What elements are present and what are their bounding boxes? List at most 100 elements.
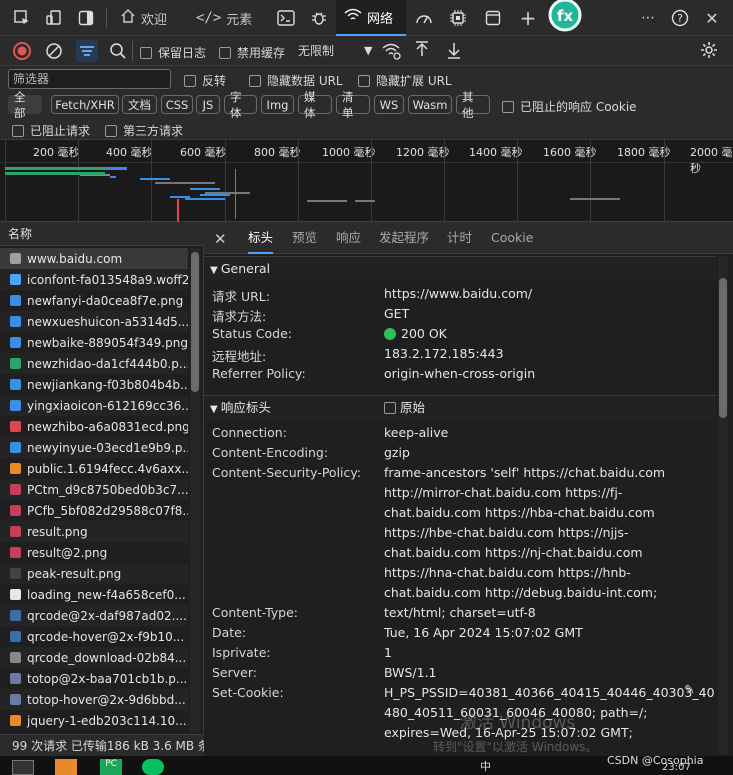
type-filter-js[interactable]: JS — [196, 95, 220, 114]
performance-icon[interactable] — [414, 8, 434, 28]
column-header-name[interactable]: 名称 — [0, 222, 204, 246]
third-party-box[interactable] — [105, 124, 117, 137]
tab-preview[interactable]: 预览 — [292, 222, 317, 254]
type-filter-doc[interactable]: 文档 — [122, 95, 157, 114]
raw-box[interactable] — [384, 402, 396, 414]
network-conditions-icon[interactable] — [382, 42, 402, 63]
inspect-element-icon[interactable] — [12, 8, 32, 28]
request-row[interactable]: result.png — [0, 521, 188, 542]
search-icon[interactable] — [109, 42, 127, 63]
terminal-app-icon[interactable] — [12, 760, 34, 775]
edit-pencil-icon[interactable]: ✎ — [684, 683, 695, 698]
close-devtools-icon[interactable]: ✕ — [702, 8, 722, 28]
filter-toggle-icon[interactable] — [76, 40, 98, 62]
request-row[interactable]: newzhidao-da1cf444b0.p... — [0, 353, 188, 374]
hide-data-urls-checkbox[interactable]: 隐藏数据 URL — [249, 72, 343, 89]
add-tab-icon[interactable]: + — [518, 6, 538, 30]
type-filter-media[interactable]: 媒体 — [298, 90, 332, 120]
hide-ext-urls-checkbox[interactable]: 隐藏扩展 URL — [358, 72, 452, 89]
throttle-select[interactable]: 无限制 ▼ — [298, 42, 372, 59]
request-row[interactable]: yingxiaoicon-612169cc36... — [0, 395, 188, 416]
request-row[interactable]: iconfont-fa013548a9.woff2 — [0, 269, 188, 290]
type-filter-all[interactable]: 全部 — [8, 90, 42, 120]
request-row[interactable]: jquery-1-edb203c114.10.... — [0, 710, 188, 731]
type-filter-manifest[interactable]: 清单 — [336, 90, 370, 120]
request-list-scroll-thumb[interactable] — [191, 252, 199, 392]
request-detail-panel: ✕ 标头 预览 响应 发起程序 计时 Cookie ▼ General 请求 U… — [204, 222, 733, 756]
filter-input[interactable]: 筛选器 — [8, 69, 171, 89]
tab-timing[interactable]: 计时 — [447, 222, 472, 254]
toggle-sidebar-icon[interactable] — [76, 8, 96, 28]
request-row[interactable]: www.baidu.com — [0, 248, 188, 269]
type-filter-img[interactable]: Img — [261, 95, 294, 114]
request-row[interactable]: public.1.6194fecc.4v6axx... — [0, 458, 188, 479]
tab-cookies[interactable]: Cookie — [491, 222, 533, 254]
settings-gear-icon[interactable] — [700, 41, 718, 62]
disable-cache-checkbox[interactable]: 禁用缓存 — [219, 44, 285, 61]
tab-headers[interactable]: 标头 — [248, 222, 274, 254]
request-row[interactable]: qrcode@2x-daf987ad02.... — [0, 605, 188, 626]
input-method-icon[interactable]: 中 — [480, 758, 491, 774]
invert-checkbox[interactable]: 反转 — [184, 72, 226, 89]
request-name: newzhidao-da1cf444b0.p... — [27, 356, 188, 371]
type-filter-fetch-xhr[interactable]: Fetch/XHR — [51, 95, 119, 114]
application-icon[interactable] — [483, 8, 503, 28]
wechat-icon[interactable] — [142, 759, 164, 775]
request-name: newfanyi-da0cea8f7e.png — [27, 293, 184, 308]
blocked-requests-box[interactable] — [12, 124, 24, 137]
third-party-checkbox[interactable]: 第三方请求 — [105, 122, 183, 139]
hide-data-urls-box[interactable] — [249, 74, 261, 87]
bug-icon[interactable] — [309, 8, 329, 28]
tab-welcome[interactable]: 欢迎 — [112, 0, 175, 36]
type-filter-wasm[interactable]: Wasm — [408, 95, 452, 114]
memory-icon[interactable] — [448, 8, 468, 28]
invert-box[interactable] — [184, 74, 196, 87]
upload-icon[interactable] — [414, 41, 430, 62]
request-row[interactable]: totop-hover@2x-9d6bbd... — [0, 689, 188, 710]
type-filter-css[interactable]: CSS — [161, 95, 193, 114]
request-row[interactable]: totop@2x-baa701cb1b.p... — [0, 668, 188, 689]
device-emulation-icon[interactable] — [44, 8, 64, 28]
tab-initiator[interactable]: 发起程序 — [379, 222, 429, 254]
blocked-response-cookies-checkbox[interactable]: 已阻止的响应 Cookie — [502, 98, 637, 115]
preserve-log-checkbox[interactable]: 保留日志 — [140, 44, 206, 61]
request-row[interactable]: PCfb_5bf082d29588c07f8... — [0, 500, 188, 521]
type-filter-other[interactable]: 其他 — [456, 90, 490, 120]
help-icon[interactable]: ? — [670, 8, 690, 28]
request-row[interactable]: newyinyue-03ecd1e9b9.p... — [0, 437, 188, 458]
request-row[interactable]: newxueshuicon-a5314d5... — [0, 311, 188, 332]
more-options-icon[interactable]: ⋯ — [638, 8, 658, 28]
request-row[interactable]: newbaike-889054f349.png — [0, 332, 188, 353]
network-overview-timeline[interactable]: 200 毫秒 400 毫秒 600 毫秒 800 毫秒 1000 毫秒 1200… — [0, 140, 733, 222]
clear-icon[interactable] — [45, 42, 63, 63]
raw-checkbox[interactable]: 原始 — [384, 401, 425, 414]
pycharm-icon[interactable]: PC — [100, 759, 122, 775]
disable-cache-box[interactable] — [219, 46, 231, 59]
console-icon[interactable] — [276, 8, 296, 28]
blocked-response-cookies-box[interactable] — [502, 100, 514, 113]
request-row[interactable]: PCtm_d9c8750bed0b3c7... — [0, 479, 188, 500]
app-icon[interactable] — [55, 759, 77, 775]
tab-response[interactable]: 响应 — [336, 222, 361, 254]
preserve-log-box[interactable] — [140, 46, 152, 59]
request-row[interactable]: peak-result.png — [0, 563, 188, 584]
type-filter-font[interactable]: 字体 — [224, 90, 257, 120]
download-icon[interactable] — [446, 41, 462, 62]
hide-ext-urls-box[interactable] — [358, 74, 370, 87]
tab-elements[interactable]: </> 元素 — [188, 0, 260, 36]
blocked-requests-checkbox[interactable]: 已阻止请求 — [12, 122, 90, 139]
request-row[interactable]: qrcode-hover@2x-f9b10... — [0, 626, 188, 647]
detail-scroll-thumb[interactable] — [719, 278, 727, 418]
close-detail-icon[interactable]: ✕ — [214, 230, 227, 248]
section-general[interactable]: ▼ General — [204, 256, 716, 280]
request-row[interactable]: qrcode_download-02b84... — [0, 647, 188, 668]
request-row[interactable]: result@2.png — [0, 542, 188, 563]
request-row[interactable]: loading_new-f4a658cef0... — [0, 584, 188, 605]
type-filter-ws[interactable]: WS — [374, 95, 404, 114]
tab-network[interactable]: 网络 — [336, 0, 406, 36]
request-row[interactable]: newjiankang-f03b804b4b... — [0, 374, 188, 395]
record-icon[interactable] — [12, 41, 32, 64]
section-response-headers[interactable]: ▼ 响应标头 原始 — [204, 395, 716, 419]
request-row[interactable]: newzhibo-a6a0831ecd.png — [0, 416, 188, 437]
request-row[interactable]: newfanyi-da0cea8f7e.png — [0, 290, 188, 311]
